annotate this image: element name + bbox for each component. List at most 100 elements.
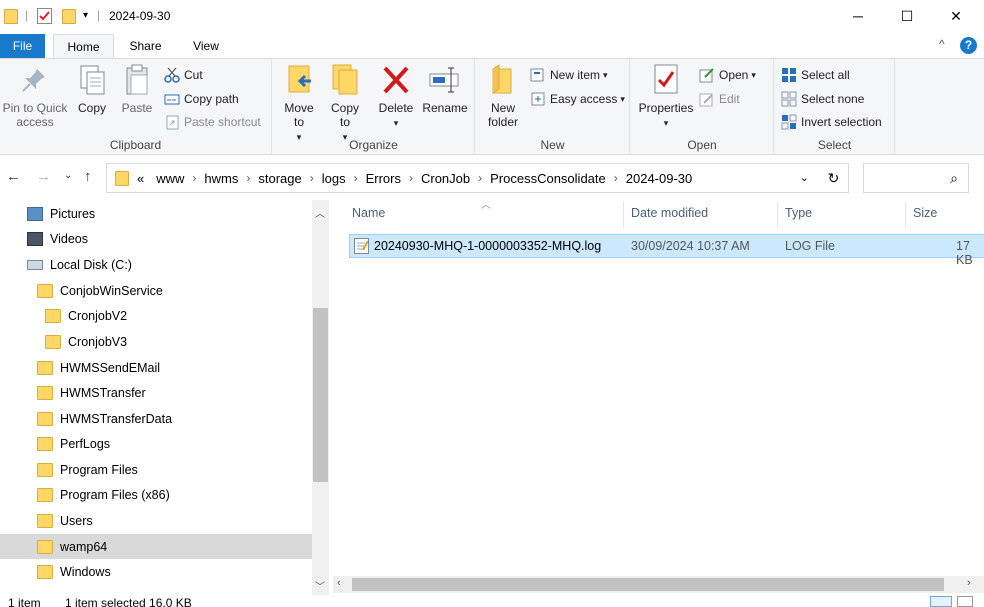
customize-quick-access-icon[interactable]: ▾	[83, 10, 88, 21]
new-folder-quick-icon[interactable]	[62, 9, 76, 24]
open-button[interactable]: Open ▾	[699, 65, 756, 85]
new-folder-button[interactable]: New folder	[482, 63, 524, 129]
tab-share[interactable]: Share	[118, 34, 173, 58]
nav-item-windows[interactable]: Windows	[0, 559, 312, 584]
chevron-right-icon[interactable]: ›	[478, 171, 482, 185]
nav-item-users[interactable]: Users	[0, 508, 312, 533]
back-arrow-icon[interactable]: ←	[6, 168, 21, 185]
chevron-right-icon[interactable]: ›	[310, 171, 314, 185]
title-bar: | ▾ | 2024-09-30 ─ ☐ ✕	[0, 0, 984, 34]
up-arrow-icon[interactable]: ↑	[84, 168, 92, 185]
large-icons-view-icon[interactable]	[957, 596, 973, 607]
nav-item-hwmstransfer[interactable]: HWMSTransfer	[0, 380, 312, 405]
easy-access-button[interactable]: Easy access ▾	[530, 89, 625, 109]
nav-item-wamp64[interactable]: wamp64	[0, 534, 312, 559]
scrollbar-thumb[interactable]	[352, 578, 944, 591]
nav-item-program-files[interactable]: Program Files	[0, 457, 312, 482]
refresh-icon[interactable]: ↻	[819, 163, 849, 193]
column-divider[interactable]	[777, 202, 778, 228]
scroll-left-chevron-icon[interactable]: ‹	[337, 577, 341, 589]
search-input[interactable]: ⌕	[863, 163, 969, 193]
properties-quick-icon[interactable]	[37, 8, 52, 24]
tab-home[interactable]: Home	[53, 34, 114, 59]
nav-item-conjobwinservice[interactable]: ConjobWinService	[0, 278, 312, 303]
tab-file[interactable]: File	[0, 34, 45, 58]
chevron-right-icon[interactable]: ›	[409, 171, 413, 185]
scroll-up-chevron-icon[interactable]: ︿	[315, 205, 325, 220]
column-divider[interactable]	[905, 202, 906, 228]
new-folder-icon	[487, 63, 519, 97]
scroll-right-chevron-icon[interactable]: ›	[967, 577, 971, 589]
file-name: 20240930-MHQ-1-0000003352-MHQ.log	[374, 239, 602, 253]
edit-button[interactable]: Edit	[699, 89, 740, 109]
breadcrumb-www[interactable]: www	[156, 171, 184, 186]
chevron-right-icon[interactable]: ›	[246, 171, 250, 185]
copy-path-button[interactable]: Copy path	[164, 89, 239, 109]
open-label: Open	[719, 68, 749, 82]
invert-selection-button[interactable]: Invert selection	[781, 112, 882, 132]
breadcrumb-hwms[interactable]: hwms	[204, 171, 238, 186]
collapse-ribbon-icon[interactable]: ^	[939, 37, 945, 51]
breadcrumb-current-folder[interactable]: 2024-09-30	[626, 171, 693, 186]
delete-button[interactable]: Delete ▾	[376, 63, 416, 130]
scroll-down-chevron-icon[interactable]: ﹀	[315, 578, 325, 593]
breadcrumb-logs[interactable]: logs	[322, 171, 346, 186]
breadcrumb-errors[interactable]: Errors	[366, 171, 401, 186]
recent-locations-chevron-icon[interactable]: ⌄	[64, 170, 72, 181]
copy-button[interactable]: Copy	[72, 63, 112, 115]
nav-item-hwmssendemail[interactable]: HWMSSendEMail	[0, 355, 312, 380]
nav-item-pictures[interactable]: Pictures	[0, 201, 312, 226]
folder-icon	[37, 487, 53, 502]
maximize-button[interactable]: ☐	[883, 0, 931, 32]
move-to-button[interactable]: Move to ▾	[279, 63, 319, 144]
file-date-modified: 30/09/2024 10:37 AM	[631, 239, 750, 253]
folder-icon	[45, 334, 61, 349]
chevron-right-icon[interactable]: ›	[614, 171, 618, 185]
select-none-button[interactable]: Select none	[781, 89, 864, 109]
minimize-button[interactable]: ─	[834, 0, 882, 32]
breadcrumb-overflow[interactable]: «	[137, 171, 144, 186]
chevron-right-icon[interactable]: ›	[192, 171, 196, 185]
address-bar[interactable]: « www › hwms › storage › logs › Errors ›…	[106, 163, 820, 193]
column-divider[interactable]	[623, 202, 624, 228]
table-row[interactable]: 20240930-MHQ-1-0000003352-MHQ.log 30/09/…	[349, 234, 984, 267]
nav-pane-scrollbar[interactable]: ︿ ﹀	[312, 200, 329, 595]
copy-to-button[interactable]: Copy to ▾	[325, 63, 365, 144]
column-header-date-modified[interactable]: Date modified	[631, 206, 708, 224]
breadcrumb-processconsolidate[interactable]: ProcessConsolidate	[490, 171, 606, 186]
column-header-size[interactable]: Size	[913, 206, 937, 224]
column-header-type[interactable]: Type	[785, 206, 812, 224]
tab-view[interactable]: View	[180, 34, 232, 58]
scrollbar-thumb[interactable]	[313, 308, 328, 482]
status-bar: 1 item 1 item selected 16.0 KB	[0, 595, 984, 607]
folder-icon	[37, 385, 53, 400]
column-header-name[interactable]: Name	[352, 206, 385, 224]
properties-button[interactable]: Properties ▾	[637, 63, 695, 130]
nav-item-local-disk[interactable]: Local Disk (C:)	[0, 252, 312, 277]
paste-shortcut-button[interactable]: Paste shortcut	[164, 112, 261, 132]
forward-arrow-icon[interactable]: →	[36, 168, 51, 185]
breadcrumb-cronjob[interactable]: CronJob	[421, 171, 470, 186]
paste-button[interactable]: Paste	[116, 63, 158, 115]
file-type: LOG File	[785, 239, 836, 253]
nav-item-hwmstransferdata[interactable]: HWMSTransferData	[0, 406, 312, 431]
select-all-button[interactable]: Select all	[781, 65, 850, 85]
cut-button[interactable]: Cut	[164, 65, 203, 85]
nav-item-perflogs[interactable]: PerfLogs	[0, 431, 312, 456]
new-item-button[interactable]: New item ▾	[530, 65, 608, 85]
file-list-horizontal-scrollbar[interactable]: ‹ ›	[333, 576, 984, 593]
help-icon[interactable]: ?	[960, 37, 977, 54]
nav-item-cronjobv2[interactable]: CronjobV2	[0, 303, 312, 328]
close-button[interactable]: ✕	[932, 0, 980, 32]
pin-to-quick-access-button[interactable]: Pin to Quick access	[0, 63, 70, 129]
nav-item-videos[interactable]: Videos	[0, 226, 312, 251]
nav-item-program-files-x86[interactable]: Program Files (x86)	[0, 482, 312, 507]
chevron-right-icon[interactable]: ›	[354, 171, 358, 185]
details-view-icon[interactable]	[930, 596, 952, 607]
properties-dropdown-icon: ▾	[663, 118, 669, 128]
rename-button[interactable]: Rename	[421, 63, 469, 115]
toolbar-separator: |	[25, 8, 29, 22]
address-dropdown-chevron-icon[interactable]: ⌄	[800, 171, 809, 184]
breadcrumb-storage[interactable]: storage	[258, 171, 301, 186]
nav-item-cronjobv3[interactable]: CronjobV3	[0, 329, 312, 354]
